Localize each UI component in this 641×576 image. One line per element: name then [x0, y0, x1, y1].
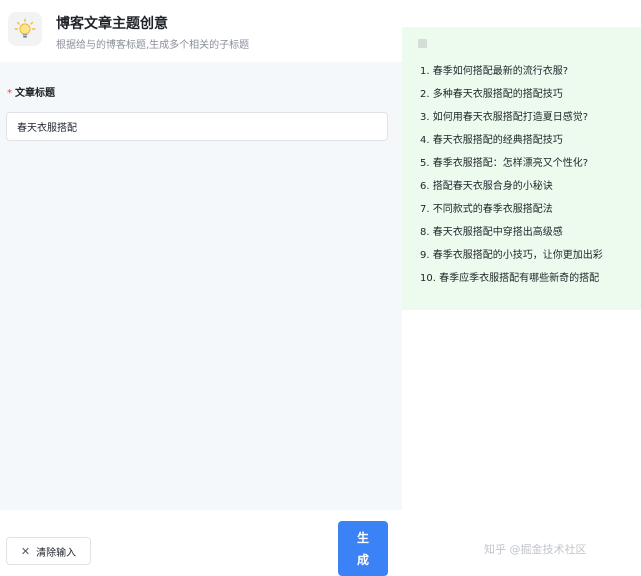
clear-input-button[interactable]: ✕ 清除输入 [6, 537, 91, 565]
generate-button[interactable]: 生成 [338, 521, 388, 576]
watermark: 知乎 @掘金技术社区 [484, 543, 587, 556]
article-title-label-text: 文章标题 [15, 88, 55, 99]
result-item: 7. 不同款式的春季衣服搭配法 [420, 204, 553, 215]
result-item: 3. 如何用春天衣服搭配打造夏日感觉? [420, 112, 589, 123]
article-title-label: * 文章标题 [7, 84, 55, 99]
app-header: 博客文章主题创意 根据给与的博客标题,生成多个相关的子标题 [0, 0, 402, 62]
result-card: 1. 春季如何搭配最新的流行衣服? 2. 多种春天衣服搭配的搭配技巧 3. 如何… [402, 27, 641, 310]
action-footer: ✕ 清除输入 生成 [0, 510, 402, 576]
app-subtitle: 根据给与的博客标题,生成多个相关的子标题 [56, 40, 250, 51]
result-item: 6. 搭配春天衣服合身的小秘诀 [420, 181, 553, 192]
article-title-input[interactable] [6, 112, 388, 141]
required-mark: * [7, 88, 12, 99]
result-item: 5. 春季衣服搭配：怎样漂亮又个性化? [420, 158, 589, 169]
result-item: 1. 春季如何搭配最新的流行衣服? [420, 66, 569, 77]
copy-icon[interactable] [418, 39, 427, 48]
result-item: 9. 春季衣服搭配的小技巧，让你更加出彩 [420, 250, 603, 261]
lightbulb-icon [8, 12, 42, 46]
result-item: 8. 春天衣服搭配中穿搭出高级感 [420, 227, 563, 238]
app-title: 博客文章主题创意 [56, 16, 168, 32]
result-item: 2. 多种春天衣服搭配的搭配技巧 [420, 89, 563, 100]
clear-input-label: 清除输入 [36, 547, 77, 559]
close-icon: ✕ [20, 544, 31, 558]
input-panel: 博客文章主题创意 根据给与的博客标题,生成多个相关的子标题 *文章标题 ✕ 清除… [0, 0, 402, 576]
result-item: 10. 春季应季衣服搭配有哪些新奇的搭配 [420, 273, 600, 284]
results-list: 1. 春季如何搭配最新的流行衣服? 2. 多种春天衣服搭配的搭配技巧 3. 如何… [420, 65, 603, 295]
result-item: 4. 春天衣服搭配的经典搭配技巧 [420, 135, 563, 146]
